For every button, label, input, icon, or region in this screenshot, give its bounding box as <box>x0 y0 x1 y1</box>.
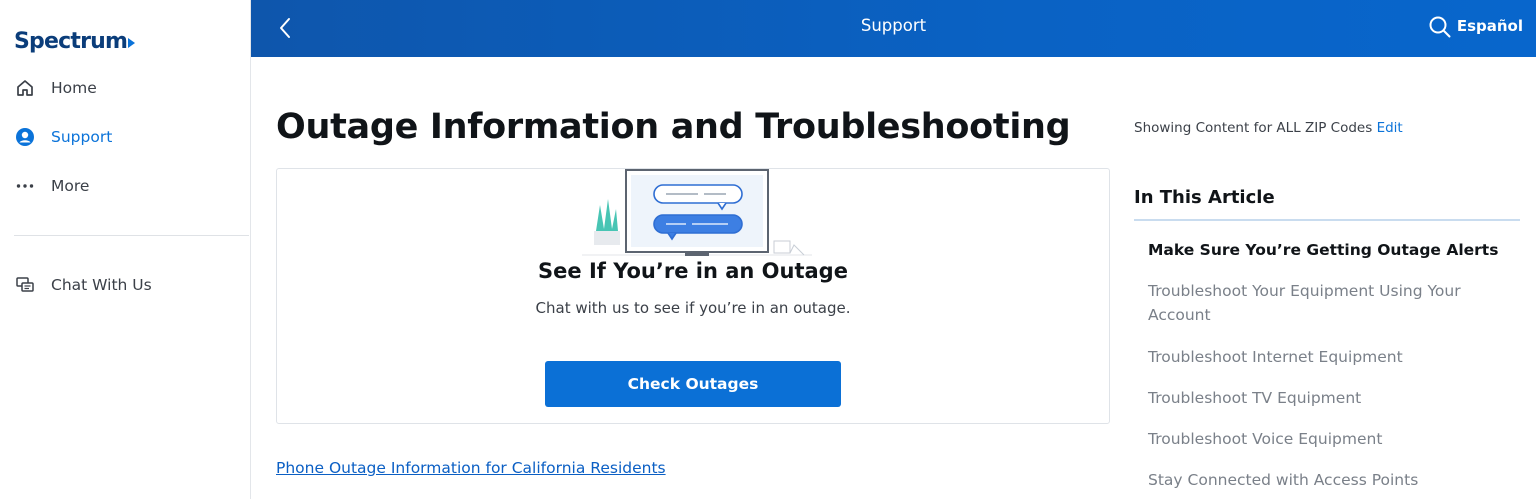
zip-edit-link[interactable]: Edit <box>1377 120 1403 136</box>
sidebar-item-home[interactable]: Home <box>14 76 97 100</box>
toc-divider <box>1134 219 1520 221</box>
search-icon <box>1429 16 1451 38</box>
card-subtext: Chat with us to see if you’re in an outa… <box>535 299 851 317</box>
spectrum-logo[interactable]: Spectrum <box>14 26 136 56</box>
chat-monitor-illustration <box>582 169 812 256</box>
sidebar-item-label: More <box>51 177 90 195</box>
sidebar-divider <box>14 235 249 236</box>
logo-arrow-icon <box>128 38 136 48</box>
sidebar-item-support[interactable]: Support <box>14 125 112 149</box>
chat-bubbles-icon <box>14 274 36 296</box>
home-icon <box>14 77 36 99</box>
search-button[interactable] <box>1428 15 1452 39</box>
support-person-icon <box>14 126 36 148</box>
toc-item-outage-alerts[interactable]: Make Sure You’re Getting Outage Alerts <box>1148 238 1508 262</box>
zip-code-notice: Showing Content for ALL ZIP Codes Edit <box>1134 120 1403 136</box>
top-bar: Support Español <box>251 0 1536 57</box>
toc-item-access-points[interactable]: Stay Connected with Access Points <box>1148 468 1508 492</box>
toc-heading: In This Article <box>1134 187 1275 208</box>
card-heading: See If You’re in an Outage <box>538 259 848 283</box>
sidebar-item-label: Home <box>51 79 97 97</box>
more-dots-icon <box>14 175 36 197</box>
sidebar-item-more[interactable]: More <box>14 174 89 198</box>
toc-item-tv-equipment[interactable]: Troubleshoot TV Equipment <box>1148 386 1508 410</box>
language-toggle-link[interactable]: Español <box>1457 17 1523 35</box>
check-outages-button[interactable]: Check Outages <box>545 361 841 407</box>
page-header-title: Support <box>860 16 927 35</box>
toc-item-internet-equipment[interactable]: Troubleshoot Internet Equipment <box>1148 345 1508 369</box>
logo-text: Spectrum <box>14 28 128 54</box>
sidebar: Spectrum Home Support More Chat With Us <box>0 0 251 499</box>
california-phone-outage-link[interactable]: Phone Outage Information for California … <box>276 459 666 477</box>
outage-check-card: See If You’re in an Outage Chat with us … <box>276 168 1110 424</box>
zip-code-text: Showing Content for ALL ZIP Codes <box>1134 120 1373 136</box>
sidebar-item-label: Support <box>51 128 113 146</box>
page-title: Outage Information and Troubleshooting <box>276 107 1071 147</box>
toc-item-troubleshoot-account[interactable]: Troubleshoot Your Equipment Using Your A… <box>1148 279 1508 327</box>
chat-with-us-label: Chat With Us <box>51 276 152 294</box>
toc-item-voice-equipment[interactable]: Troubleshoot Voice Equipment <box>1148 427 1508 451</box>
chat-with-us-link[interactable]: Chat With Us <box>14 273 152 297</box>
